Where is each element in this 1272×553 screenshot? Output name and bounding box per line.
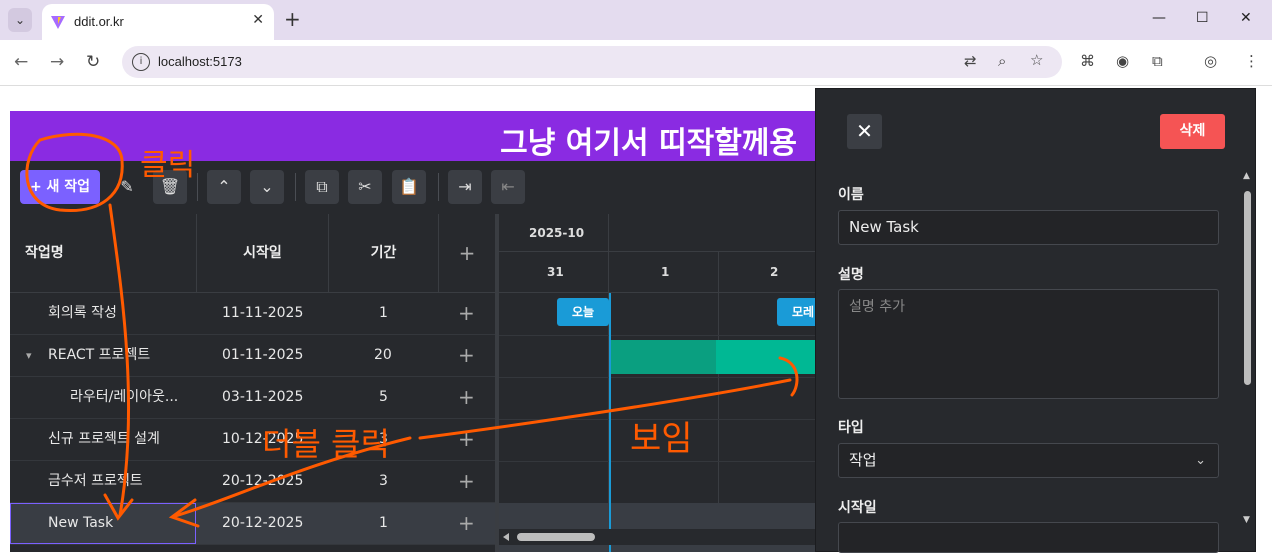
- annotation-arrowhead: [103, 493, 134, 521]
- annotation-circle: [25, 132, 124, 213]
- annotation-overlay: 클릭 더블 클릭 보임: [25, 132, 799, 528]
- annotation-double-click-text: 더블 클릭: [262, 425, 390, 463]
- annotation-hook: [778, 356, 799, 397]
- annotation-click-text: 클릭: [140, 148, 195, 183]
- annotation-arrow-down: [108, 203, 131, 517]
- annotation-shown-text: 보임: [630, 419, 693, 459]
- annotation-arrow-link: [418, 378, 792, 440]
